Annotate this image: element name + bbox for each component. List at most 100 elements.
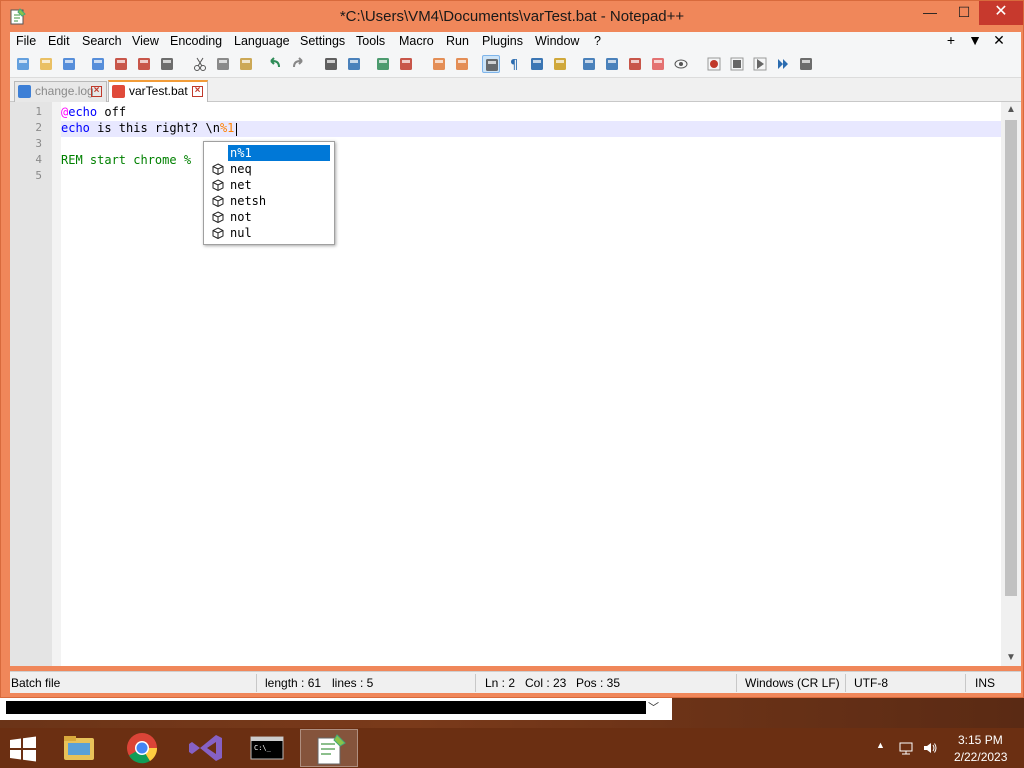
clock-date[interactable]: 2/22/2023	[954, 750, 1007, 764]
save-all-icon[interactable]	[89, 55, 107, 73]
fold-margin[interactable]	[52, 102, 61, 666]
status-lines: lines : 5	[332, 676, 374, 690]
title-bar[interactable]: *C:\Users\VM4\Documents\varTest.bat - No…	[1, 1, 1023, 31]
zoom-in-icon[interactable]	[374, 55, 392, 73]
menu-view[interactable]: View	[132, 34, 159, 48]
zoom-out-icon[interactable]	[397, 55, 415, 73]
status-eol[interactable]: Windows (CR LF)	[745, 676, 840, 690]
doc-map-icon[interactable]	[580, 55, 598, 73]
undo-icon[interactable]	[266, 55, 284, 73]
play-macro-icon[interactable]	[751, 55, 769, 73]
word-wrap-icon[interactable]	[482, 55, 500, 73]
chevron-down-icon[interactable]: ﹀	[648, 699, 659, 715]
autocomplete-item[interactable]: neq	[204, 161, 332, 177]
tab-vartest-bat[interactable]: varTest.bat ×	[108, 80, 208, 102]
background-window-bar	[6, 701, 646, 714]
menu-run[interactable]: Run	[446, 34, 469, 48]
minimize-button[interactable]: —	[915, 1, 945, 25]
menu-file[interactable]: File	[16, 34, 36, 48]
scroll-down-arrow-icon[interactable]: ▼	[1001, 650, 1021, 666]
autocomplete-item[interactable]: n%1	[204, 145, 332, 161]
taskbar-notepad-plus-plus[interactable]	[300, 729, 358, 767]
menu-language[interactable]: Language	[234, 34, 290, 48]
show-all-chars-icon[interactable]: ¶	[505, 55, 523, 73]
stop-macro-icon[interactable]	[728, 55, 746, 73]
maximize-button[interactable]: ☐	[949, 1, 979, 25]
menu-edit[interactable]: Edit	[48, 34, 70, 48]
menu-encoding[interactable]: Encoding	[170, 34, 222, 48]
print-icon[interactable]	[158, 55, 176, 73]
find-icon[interactable]	[322, 55, 340, 73]
svg-text:C:\_: C:\_	[254, 744, 272, 752]
clock-time[interactable]: 3:15 PM	[958, 733, 1003, 747]
record-macro-icon[interactable]	[705, 55, 723, 73]
menu-search[interactable]: Search	[82, 34, 122, 48]
menu-plugins[interactable]: Plugins	[482, 34, 523, 48]
open-icon[interactable]	[37, 55, 55, 73]
save-macro-icon[interactable]	[797, 55, 815, 73]
keyword-cube-icon	[212, 211, 224, 223]
sync-vertical-icon[interactable]	[430, 55, 448, 73]
status-divider	[965, 674, 966, 692]
scrollbar-thumb[interactable]	[1005, 120, 1017, 596]
network-icon[interactable]	[898, 740, 914, 756]
editor-area[interactable]: 1 2 3 4 5 @echo off echo is this right? …	[10, 102, 1021, 666]
line-number-gutter: 1 2 3 4 5	[10, 102, 52, 666]
vertical-scrollbar[interactable]: ▲ ▼	[1001, 102, 1021, 666]
menu-help[interactable]: ?	[594, 34, 601, 48]
tab-close-icon[interactable]: ×	[91, 86, 102, 97]
sync-horizontal-icon[interactable]	[453, 55, 471, 73]
cut-icon[interactable]	[191, 55, 209, 73]
line-number: 5	[35, 169, 42, 182]
close-all-icon[interactable]	[135, 55, 153, 73]
redo-icon[interactable]	[289, 55, 307, 73]
paste-icon[interactable]	[237, 55, 255, 73]
autocomplete-item[interactable]: netsh	[204, 193, 332, 209]
taskbar-file-explorer[interactable]	[50, 729, 108, 767]
status-encoding[interactable]: UTF-8	[854, 676, 888, 690]
autocomplete-item[interactable]: nul	[204, 225, 332, 241]
new-tab-button[interactable]: +	[939, 32, 963, 48]
tab-list-button[interactable]: ▼	[963, 32, 987, 48]
folder-workspace-icon[interactable]	[649, 55, 667, 73]
menu-window[interactable]: Window	[535, 34, 579, 48]
autocomplete-item[interactable]: net	[204, 177, 332, 193]
text-caret	[236, 123, 237, 136]
tab-change-log[interactable]: change.log ×	[14, 81, 107, 102]
user-language-icon[interactable]	[551, 55, 569, 73]
copy-icon[interactable]	[214, 55, 232, 73]
taskbar-chrome[interactable]	[113, 729, 171, 767]
menu-settings[interactable]: Settings	[300, 34, 345, 48]
volume-icon[interactable]	[922, 740, 938, 756]
close-doc-button[interactable]: ✕	[987, 32, 1011, 49]
close-window-button[interactable]: ✕	[979, 1, 1023, 25]
function-list-icon[interactable]	[626, 55, 644, 73]
system-tray: ▲ 3:15 PM 2/22/2023	[872, 728, 1024, 768]
status-insert-mode[interactable]: INS	[975, 676, 995, 690]
windows-start-icon[interactable]	[8, 736, 38, 762]
status-divider	[256, 674, 257, 692]
svg-text:¶: ¶	[510, 58, 518, 73]
show-hidden-icons-icon[interactable]: ▲	[876, 740, 885, 750]
indent-guide-icon[interactable]	[528, 55, 546, 73]
autocomplete-item[interactable]: not	[204, 209, 332, 225]
taskbar-command-prompt[interactable]: C:\_	[238, 729, 296, 767]
run-macro-multiple-icon[interactable]	[774, 55, 792, 73]
status-bar: Batch file length : 61 lines : 5 Ln : 2 …	[10, 671, 1021, 693]
new-file-icon[interactable]	[14, 55, 32, 73]
taskbar-visual-studio[interactable]	[176, 729, 234, 767]
keyword-cube-icon	[212, 195, 224, 207]
menu-tools[interactable]: Tools	[356, 34, 385, 48]
close-icon[interactable]	[112, 55, 130, 73]
tab-close-icon[interactable]: ×	[192, 86, 203, 97]
save-icon[interactable]	[60, 55, 78, 73]
doc-list-icon[interactable]	[603, 55, 621, 73]
status-divider	[845, 674, 846, 692]
line-number: 4	[35, 153, 42, 166]
menu-macro[interactable]: Macro	[399, 34, 434, 48]
replace-icon[interactable]	[345, 55, 363, 73]
scroll-up-arrow-icon[interactable]: ▲	[1001, 102, 1021, 118]
monitoring-icon[interactable]	[672, 55, 690, 73]
status-position: Pos : 35	[576, 676, 621, 690]
notepad-plus-plus-icon	[317, 734, 346, 765]
